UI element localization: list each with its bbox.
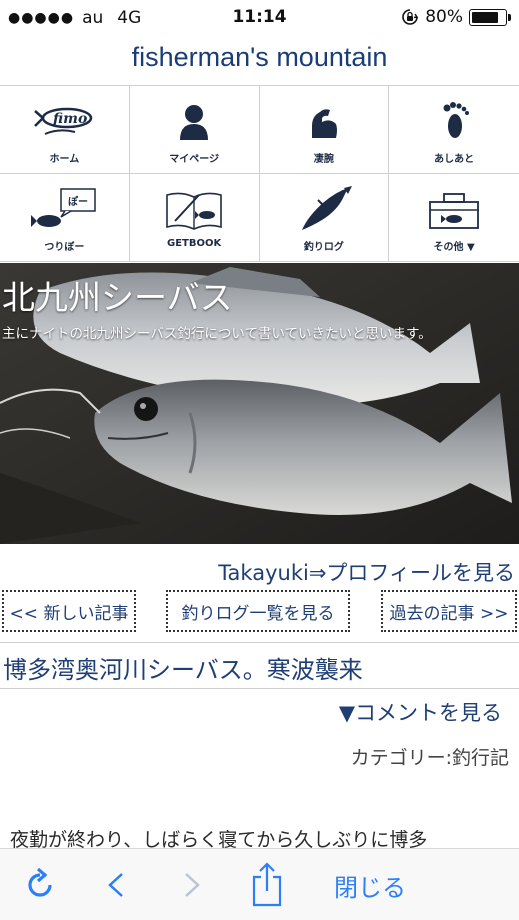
- share-icon: [252, 862, 282, 907]
- rotation-lock-icon: [402, 9, 419, 25]
- status-right: 80%: [401, 7, 511, 27]
- nav-label-tsuribo: つりぼー: [44, 242, 85, 253]
- forward-button[interactable]: [176, 867, 208, 903]
- footprint-icon: [419, 98, 489, 146]
- battery-percent: 80%: [425, 7, 463, 27]
- hero-subtitle: 主にナイトの北九州シーバス釣行について書いていきたいと思います。: [2, 326, 432, 342]
- nav-item-fishing-log[interactable]: 釣りログ: [260, 174, 390, 262]
- chevron-left-icon: [108, 873, 123, 897]
- older-article-button[interactable]: 過去の記事 >>: [381, 590, 517, 632]
- nav-item-footprints[interactable]: あしあと: [389, 86, 519, 174]
- book-fish-icon: [159, 186, 229, 234]
- nav-grid: fimo ホーム マイページ 凄腕 あしあと ぽー つりぼー GETBOOK 釣…: [0, 85, 519, 262]
- battery-icon: [469, 8, 511, 26]
- nav-item-expert[interactable]: 凄腕: [259, 86, 390, 174]
- fimo-logo-icon: fimo: [29, 98, 99, 146]
- nav-item-home[interactable]: fimo ホーム: [0, 86, 130, 174]
- post-title: 博多湾奥河川シーバス。寒波襲来: [3, 656, 363, 684]
- hero-title: 北九州シーバス: [2, 279, 233, 316]
- divider: [0, 688, 519, 689]
- back-button[interactable]: [100, 867, 132, 903]
- article-pager: << 新しい記事 釣りログ一覧を見る 過去の記事 >>: [0, 590, 519, 632]
- battery-fill: [472, 11, 498, 23]
- nav-label-getbook: GETBOOK: [167, 238, 222, 249]
- nav-item-other[interactable]: その他 ▼: [389, 174, 519, 262]
- nav-label-mypage: マイページ: [169, 154, 220, 165]
- nav-label-footprints: あしあと: [434, 154, 475, 165]
- share-button[interactable]: [248, 859, 286, 909]
- nav-label-fishing-log: 釣りログ: [303, 242, 344, 253]
- reload-icon: [28, 868, 52, 897]
- reload-button[interactable]: [22, 867, 58, 903]
- site-title[interactable]: fisherman's mountain: [0, 42, 519, 73]
- tackle-box-icon: [419, 186, 489, 234]
- nav-label-expert: 凄腕: [313, 154, 334, 165]
- nav-item-getbook[interactable]: GETBOOK: [130, 174, 260, 262]
- nav-item-mypage[interactable]: マイページ: [129, 86, 260, 174]
- hero-banner: 北九州シーバス 主にナイトの北九州シーバス釣行について書いていきたいと思います。: [0, 263, 519, 544]
- muscle-arm-icon: [289, 98, 359, 146]
- chevron-right-icon: [185, 873, 200, 897]
- view-comments-link[interactable]: ▼コメントを見る: [339, 697, 502, 727]
- svg-text:fimo: fimo: [52, 111, 87, 127]
- divider: [0, 642, 519, 643]
- close-button[interactable]: 閉じる: [320, 867, 420, 903]
- nav-label-other: その他 ▼: [433, 242, 475, 253]
- fish-speech-icon: ぽー: [29, 186, 99, 234]
- speech-bubble-text: ぽー: [68, 195, 88, 208]
- nav-item-tsuribo[interactable]: ぽー つりぼー: [0, 174, 130, 262]
- profile-link[interactable]: Takayuki⇒プロフィールを見る: [218, 557, 515, 587]
- person-icon: [159, 98, 229, 146]
- fish-pen-icon: [289, 186, 359, 234]
- status-bar: ●●●●● au 4G 11:14 80%: [0, 0, 519, 36]
- fishing-log-list-button[interactable]: 釣りログ一覧を見る: [166, 590, 350, 632]
- nav-label-home: ホーム: [49, 154, 80, 165]
- browser-toolbar: 閉じる: [0, 848, 519, 920]
- post-category[interactable]: カテゴリー:釣行記: [351, 743, 509, 770]
- newer-article-button[interactable]: << 新しい記事: [2, 590, 136, 632]
